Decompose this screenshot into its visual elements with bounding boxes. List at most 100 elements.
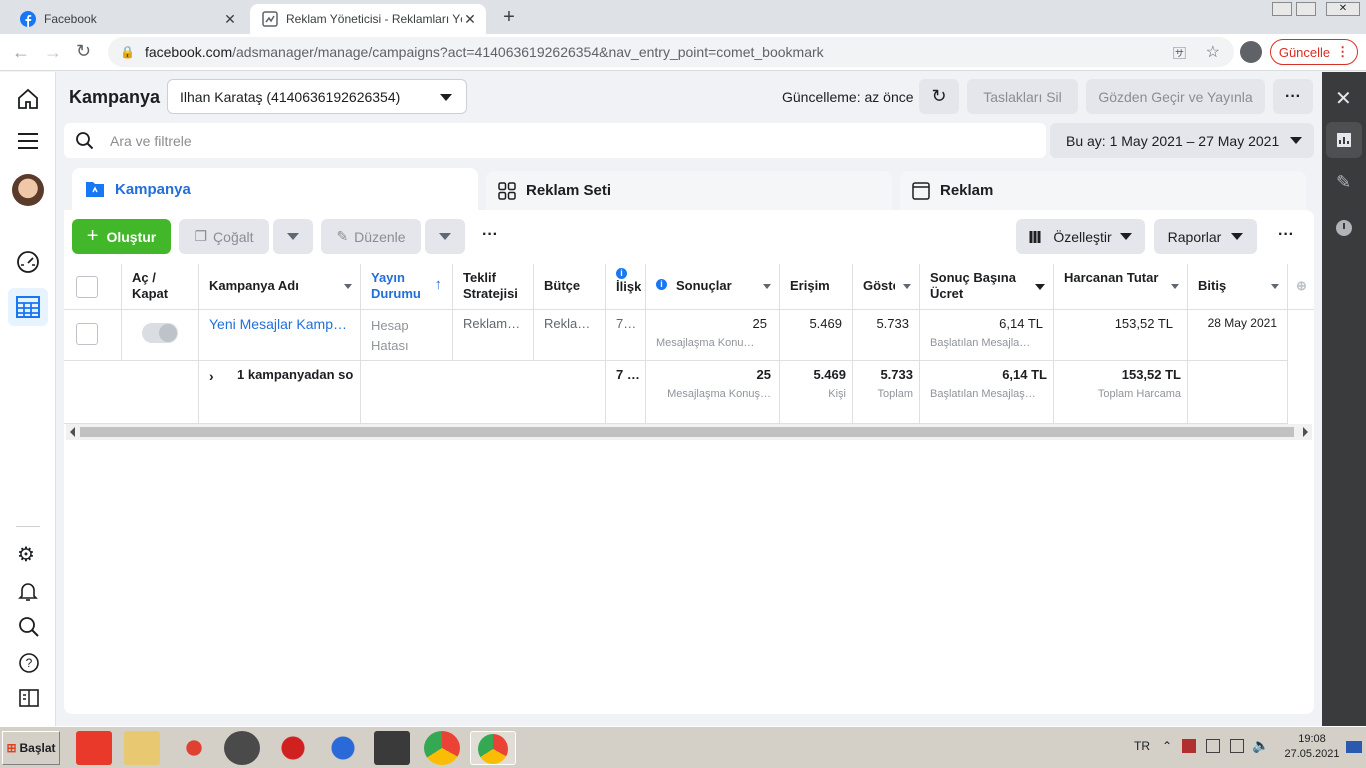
avatar[interactable] bbox=[12, 174, 44, 206]
update-button[interactable]: Güncelle ⋮ bbox=[1270, 39, 1358, 65]
show-desktop-icon[interactable] bbox=[1346, 741, 1362, 753]
url-field[interactable]: 🔒 facebook.com/adsmanager/manage/campaig… bbox=[108, 37, 1234, 67]
browser-tab-facebook[interactable]: Facebook ✕ bbox=[8, 4, 246, 34]
browser-tab-adsmanager[interactable]: Reklam Yöneticisi - Reklamları Yöne ✕ bbox=[250, 4, 486, 34]
row-select-cell bbox=[64, 310, 122, 361]
customize-button[interactable]: Özelleştir bbox=[1016, 219, 1145, 254]
scroll-thumb[interactable] bbox=[80, 427, 1294, 437]
close-tab-icon[interactable]: ✕ bbox=[222, 11, 238, 28]
chrome-active-icon[interactable] bbox=[470, 731, 516, 765]
new-tab-icon[interactable]: + bbox=[498, 6, 520, 28]
reports-button[interactable]: Raporlar bbox=[1154, 219, 1257, 254]
search-icon[interactable] bbox=[18, 616, 40, 638]
tray-flag-icon[interactable] bbox=[1182, 739, 1196, 753]
volume-icon[interactable]: 🔈 bbox=[1252, 737, 1269, 754]
chrome-icon[interactable] bbox=[424, 731, 460, 765]
more-options-button[interactable]: ··· bbox=[1273, 79, 1313, 114]
row-checkbox[interactable] bbox=[76, 323, 98, 345]
add-column-icon[interactable]: ⊕ bbox=[1288, 264, 1314, 310]
language-indicator[interactable]: TR bbox=[1134, 739, 1150, 753]
campaign-name-link[interactable]: Yeni Mesajlar Kamp… bbox=[199, 310, 361, 361]
campaigns-nav-item[interactable] bbox=[8, 288, 48, 326]
tray-expand-icon[interactable]: ⌃ bbox=[1162, 739, 1172, 753]
gauge-icon[interactable] bbox=[16, 250, 40, 274]
menu-icon[interactable] bbox=[17, 132, 39, 150]
edit-dropdown[interactable] bbox=[425, 219, 465, 254]
review-publish-button[interactable]: Gözden Geçir ve Yayınla bbox=[1086, 79, 1265, 114]
forward-icon[interactable]: → bbox=[44, 42, 62, 63]
minimize-icon[interactable] bbox=[1272, 2, 1292, 16]
anydesk-icon[interactable] bbox=[76, 731, 112, 765]
col-attribution[interactable]: iİlişk Aya bbox=[606, 264, 646, 310]
col-cost-per-result[interactable]: Sonuç Başına Ücret bbox=[920, 264, 1054, 310]
col-campaign-name[interactable]: Kampanya Adı bbox=[199, 264, 361, 310]
date-range-selector[interactable]: Bu ay: 1 May 2021 – 27 May 2021 bbox=[1050, 123, 1314, 158]
history-clock-icon[interactable] bbox=[1336, 220, 1352, 236]
bell-icon[interactable] bbox=[18, 580, 38, 602]
budget-cell: Rekla… bbox=[534, 310, 606, 361]
tab-campaign[interactable]: Kampanya bbox=[72, 168, 478, 210]
sort-caret-icon bbox=[1271, 284, 1279, 289]
tab-ad[interactable]: Reklam bbox=[900, 171, 1306, 210]
pencil-icon[interactable]: ✎ bbox=[1336, 172, 1351, 193]
col-amount-spent[interactable]: Harcanan Tutar bbox=[1054, 264, 1188, 310]
col-toggle[interactable]: Aç / Kapat bbox=[122, 264, 199, 310]
col-budget[interactable]: Bütçe bbox=[534, 264, 606, 310]
url-path: /adsmanager/manage/campaigns?act=4140636… bbox=[232, 44, 824, 60]
account-selector[interactable]: Ilhan Karataş (4140636192626354) bbox=[167, 79, 467, 114]
profile-avatar-icon[interactable] bbox=[1240, 41, 1262, 63]
ccleaner-icon[interactable] bbox=[176, 731, 212, 765]
start-button[interactable]: ⊞ Başlat bbox=[2, 731, 60, 765]
chevron-down-icon bbox=[1290, 137, 1302, 144]
scroll-left-icon[interactable] bbox=[70, 427, 75, 437]
discard-drafts-button[interactable]: Taslakları Sil bbox=[967, 79, 1078, 114]
cpr-value: 6,14 TL bbox=[999, 316, 1043, 331]
file-explorer-icon[interactable] bbox=[124, 731, 160, 765]
duplicate-dropdown[interactable] bbox=[273, 219, 313, 254]
summary-label-cell[interactable]: › 1 kampanyadan so bbox=[199, 361, 361, 424]
tab-title: Facebook bbox=[44, 12, 97, 26]
edit-button[interactable]: ✎ Düzenle bbox=[321, 219, 421, 254]
reload-icon[interactable]: ↻ bbox=[76, 41, 91, 62]
scroll-right-icon[interactable] bbox=[1303, 427, 1308, 437]
more-vertical-icon: ⋮ bbox=[1336, 44, 1350, 59]
help-icon[interactable]: ? bbox=[18, 652, 40, 674]
sublime-icon[interactable] bbox=[374, 731, 410, 765]
tray-network-icon[interactable] bbox=[1230, 739, 1244, 753]
refresh-button[interactable]: ↻ bbox=[919, 79, 959, 114]
col-bid-strategy[interactable]: Teklif Stratejisi bbox=[453, 264, 534, 310]
col-delivery[interactable]: Yayın Durumu ↑ bbox=[361, 264, 453, 310]
col-end[interactable]: Bitiş bbox=[1188, 264, 1288, 310]
summary-spent: 153,52 TL Toplam Harcama bbox=[1054, 361, 1188, 424]
tab-adset[interactable]: Reklam Seti bbox=[486, 171, 892, 210]
horizontal-scrollbar[interactable] bbox=[66, 424, 1312, 440]
select-all-checkbox[interactable] bbox=[76, 276, 98, 298]
close-icon[interactable]: ✕ bbox=[1335, 86, 1352, 111]
col-results[interactable]: i Sonuçlar bbox=[646, 264, 780, 310]
tray-device-icon[interactable] bbox=[1206, 739, 1220, 753]
home-icon[interactable] bbox=[17, 88, 39, 110]
refresh-icon: ↻ bbox=[931, 86, 947, 106]
window-close-icon[interactable]: ✕ bbox=[1326, 2, 1360, 16]
back-icon[interactable]: ← bbox=[12, 42, 30, 63]
close-tab-icon[interactable]: ✕ bbox=[462, 11, 478, 28]
clock-time: 19:08 bbox=[1298, 733, 1326, 745]
search-input[interactable]: Ara ve filtrele bbox=[64, 123, 1046, 158]
insights-tab[interactable] bbox=[1326, 122, 1362, 158]
more-horizontal-icon[interactable]: ··· bbox=[482, 226, 498, 244]
game-app-icon[interactable] bbox=[275, 731, 311, 765]
gear-icon[interactable]: ⚙ bbox=[17, 542, 35, 567]
restore-icon[interactable] bbox=[1296, 2, 1316, 16]
panel-toggle-icon[interactable] bbox=[19, 688, 39, 708]
campaign-toggle[interactable] bbox=[142, 323, 178, 343]
translate-icon[interactable]: 🈂 bbox=[1173, 43, 1186, 62]
firefox-icon[interactable] bbox=[325, 731, 361, 765]
col-reach[interactable]: Erişim bbox=[780, 264, 853, 310]
chrome-logo bbox=[478, 734, 508, 764]
duplicate-button[interactable]: ❐ Çoğalt bbox=[179, 219, 269, 254]
bookmark-star-icon[interactable]: ☆ bbox=[1206, 42, 1220, 62]
col-impressions[interactable]: Gösterim bbox=[853, 264, 920, 310]
nox-icon[interactable] bbox=[224, 731, 260, 765]
create-button[interactable]: + Oluştur bbox=[72, 219, 171, 254]
more-horizontal-icon[interactable]: ··· bbox=[1278, 226, 1294, 244]
